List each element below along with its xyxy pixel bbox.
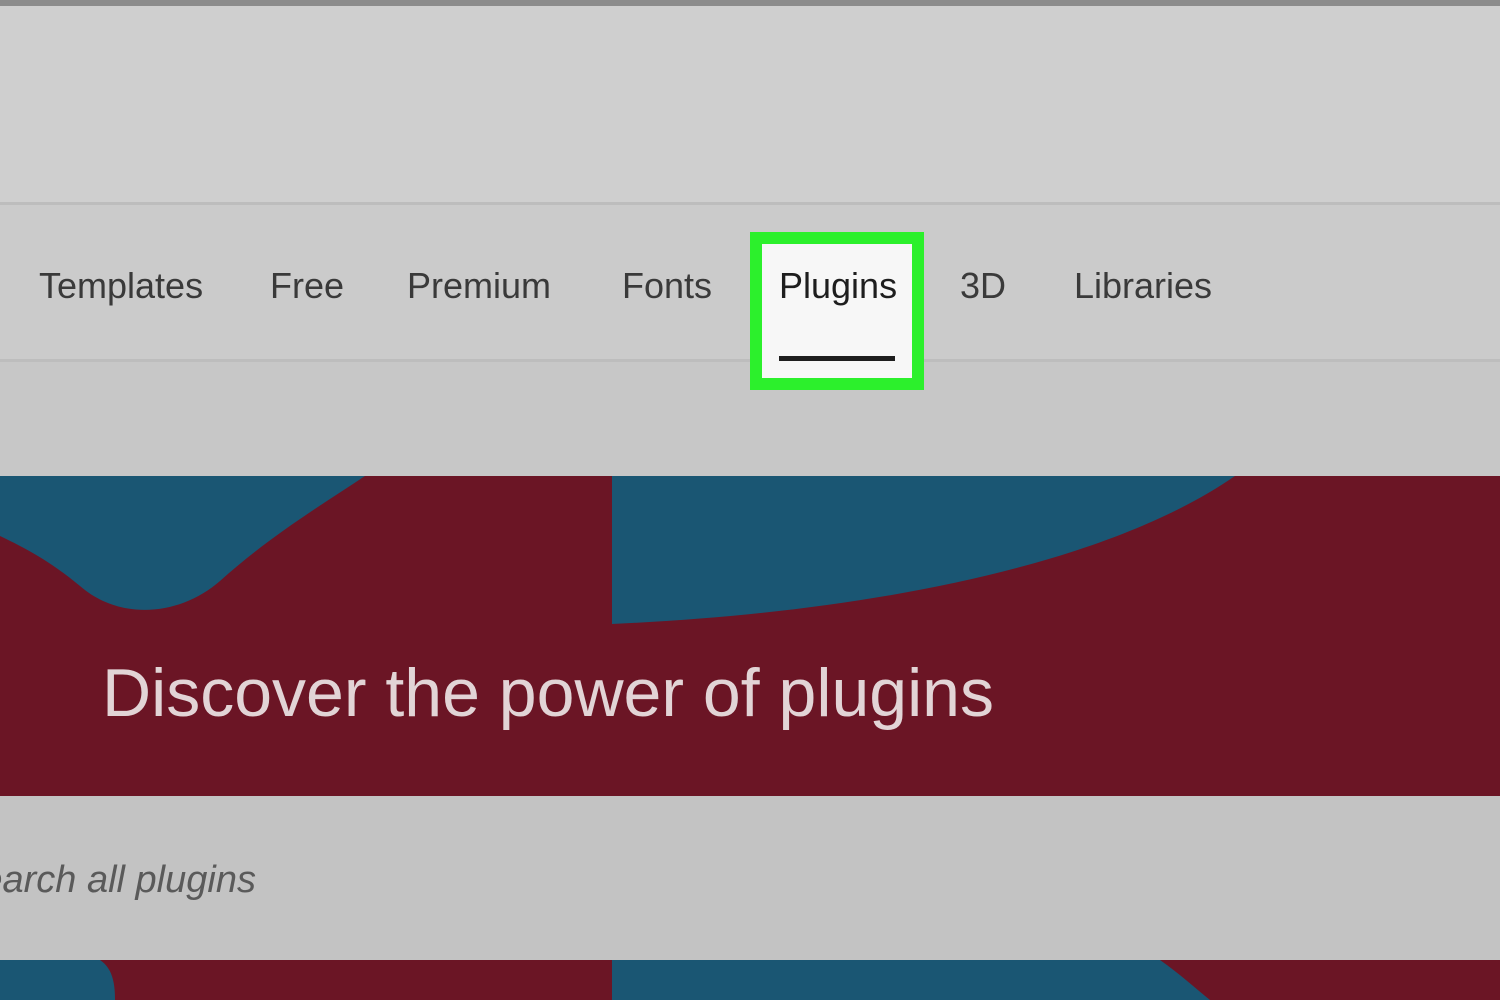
banner-title: Discover the power of plugins — [102, 655, 995, 731]
tab-plugins[interactable]: Plugins — [779, 262, 897, 310]
selected-tab-underline — [779, 356, 895, 361]
plugin-card-banner — [0, 960, 1500, 1000]
tab-premium[interactable]: Premium — [407, 262, 551, 310]
tab-free[interactable]: Free — [270, 262, 344, 310]
header-area — [0, 6, 1500, 202]
tab-templates[interactable]: Templates — [39, 262, 203, 310]
search-input[interactable] — [0, 852, 856, 908]
tab-3d[interactable]: 3D — [960, 262, 1006, 310]
tab-fonts[interactable]: Fonts — [622, 262, 712, 310]
hero-banner — [0, 476, 1500, 796]
card-decoration — [0, 960, 1210, 1000]
tab-libraries[interactable]: Libraries — [1074, 262, 1212, 310]
banner-decoration — [0, 476, 1235, 624]
selected-tab-highlight — [750, 232, 924, 390]
